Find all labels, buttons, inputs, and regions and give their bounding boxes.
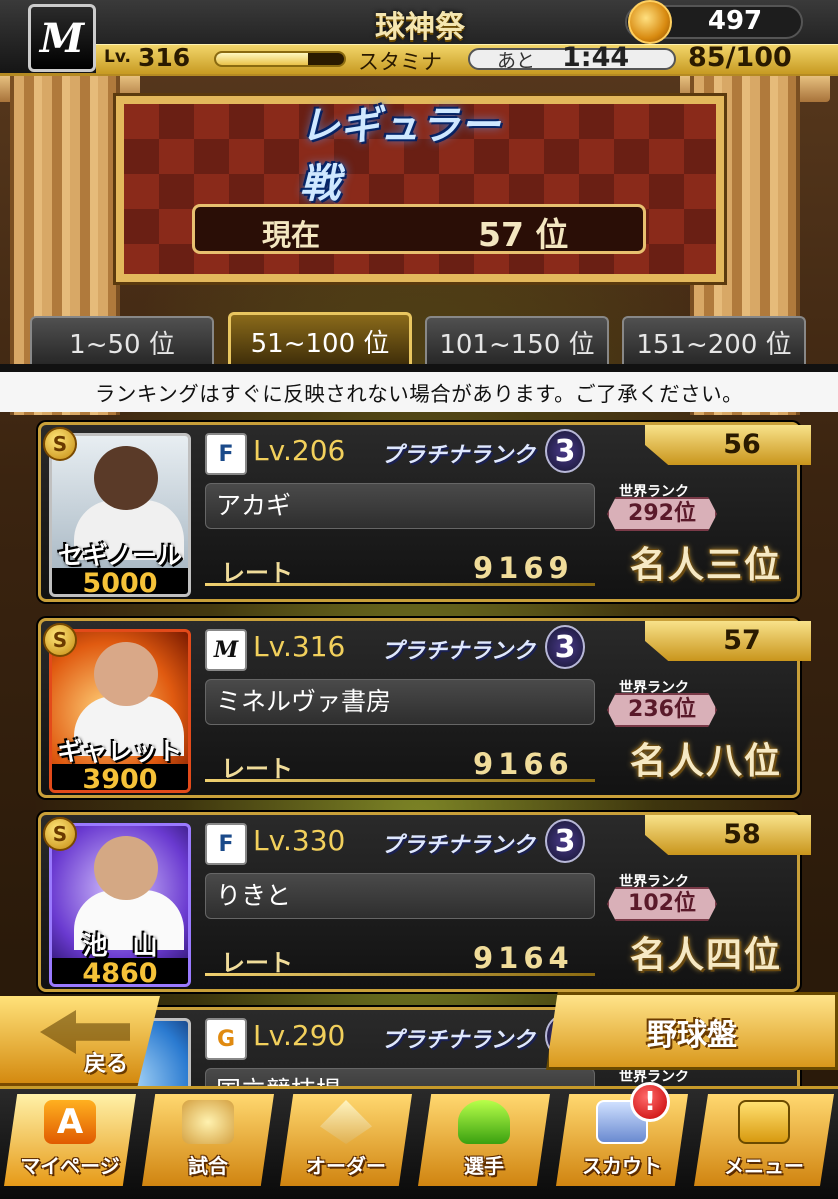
rate-underline	[205, 583, 595, 586]
player-card: 池 山 4860	[49, 823, 191, 987]
platinum-rank-label: プラチナランク	[381, 639, 536, 664]
regular-battle-logo: レギュラー戦	[300, 103, 500, 207]
card-grade-badge: S	[43, 623, 77, 657]
stamina-remaining-label: あと	[497, 50, 536, 72]
menu-icon	[738, 1100, 790, 1144]
stamina-timer: 1:44	[562, 42, 630, 73]
ranking-notice: ランキングはすぐに反映されない場合があります。ご了承ください。	[0, 372, 838, 412]
player-face	[94, 836, 158, 900]
level-value: 316	[138, 43, 191, 72]
rate-underline	[205, 779, 595, 782]
team-icon: F	[205, 433, 247, 475]
rate-value: 9166	[473, 747, 574, 781]
ranking-entry[interactable]: S セギノール 5000 F Lv.206 プラチナランク 3 アカギ レート …	[38, 422, 811, 602]
nav-label-game: 試合	[188, 1154, 228, 1178]
rank-tier-badge: 3	[545, 625, 585, 669]
team-logo-button[interactable]: M	[28, 4, 96, 72]
back-button[interactable]	[0, 996, 160, 1086]
team-icon: G	[205, 1018, 247, 1060]
team-icon: M	[205, 629, 247, 671]
rate-underline	[205, 973, 595, 976]
nav-label-order: オーダー	[306, 1154, 386, 1178]
entry-level: Lv.316	[253, 630, 346, 663]
player-card: ギャレット 3900	[49, 629, 191, 793]
rank-tier-badge: 3	[545, 429, 585, 473]
meijin-title: 名人四位	[629, 934, 782, 976]
world-rank-value: 292位	[607, 497, 717, 531]
card-grade-badge: S	[43, 427, 77, 461]
ranking-position: 58	[645, 815, 811, 855]
tab-rank-151-200[interactable]: 151~200 位	[622, 316, 806, 366]
event-title: 球神祭	[375, 10, 465, 45]
player-icon	[458, 1100, 510, 1144]
team-name: ミネルヴァ書房	[205, 679, 595, 725]
exp-bar	[214, 51, 346, 67]
platinum-rank-label: プラチナランク	[381, 833, 536, 858]
tab-rank-101-150[interactable]: 101~150 位	[425, 316, 609, 366]
nav-label-mypage: マイページ	[20, 1154, 120, 1178]
entry-level: Lv.330	[253, 824, 346, 857]
current-rank-label: 現在	[262, 218, 321, 252]
player-name: セギノール	[57, 541, 182, 570]
baseball-board-label: 野球盤	[647, 1018, 737, 1053]
world-rank-value: 102位	[607, 887, 717, 921]
stadium-icon	[182, 1100, 234, 1144]
platinum-rank-label: プラチナランク	[381, 1028, 536, 1053]
player-face	[94, 446, 158, 510]
tab-divider	[0, 364, 838, 372]
tab-rank-51-100[interactable]: 51~100 位	[228, 312, 412, 368]
player-name: 池 山	[82, 931, 158, 960]
player-name: ギャレット	[57, 737, 183, 766]
scout-alert-badge: !	[630, 1082, 670, 1122]
player-power: 4860	[52, 958, 188, 984]
ranking-entry[interactable]: S ギャレット 3900 M Lv.316 プラチナランク 3 ミネルヴァ書房 …	[38, 618, 811, 798]
entry-level: Lv.290	[253, 1019, 346, 1052]
team-name: アカギ	[205, 483, 595, 529]
back-button-label: 戻る	[84, 1052, 129, 1077]
rank-tier-badge: 3	[545, 819, 585, 863]
rate-value: 9169	[473, 551, 574, 585]
current-rank-value: 57 位	[478, 215, 569, 254]
entry-level: Lv.206	[253, 434, 346, 467]
team-icon: F	[205, 823, 247, 865]
stamina-label: スタミナ	[358, 50, 442, 74]
coin-icon	[628, 0, 672, 44]
current-rank-box	[192, 204, 646, 254]
nav-label-menu: メニュー	[724, 1154, 804, 1178]
player-card: セギノール 5000	[49, 433, 191, 597]
exp-bar-fill	[216, 53, 309, 65]
nav-label-scout: スカウト	[582, 1154, 662, 1178]
world-rank-value: 236位	[607, 693, 717, 727]
level-prefix: Lv.	[104, 47, 131, 67]
mypage-icon: A	[44, 1100, 96, 1144]
meijin-title: 名人八位	[629, 740, 782, 782]
ranking-position: 57	[645, 621, 811, 661]
stamina-count: 85/100	[688, 42, 792, 73]
rate-value: 9164	[473, 941, 574, 975]
ranking-entry[interactable]: S 池 山 4860 F Lv.330 プラチナランク 3 りきと レート 91…	[38, 812, 811, 992]
ranking-position: 56	[645, 425, 811, 465]
card-grade-badge: S	[43, 817, 77, 851]
nav-label-players: 選手	[464, 1154, 504, 1178]
player-power: 5000	[52, 568, 188, 594]
team-name: りきと	[205, 873, 595, 919]
platinum-rank-label: プラチナランク	[381, 443, 536, 468]
player-power: 3900	[52, 764, 188, 790]
player-face	[94, 642, 158, 706]
coin-value: 497	[707, 6, 763, 36]
tab-rank-1-50[interactable]: 1~50 位	[30, 316, 214, 366]
meijin-title: 名人三位	[629, 544, 782, 586]
